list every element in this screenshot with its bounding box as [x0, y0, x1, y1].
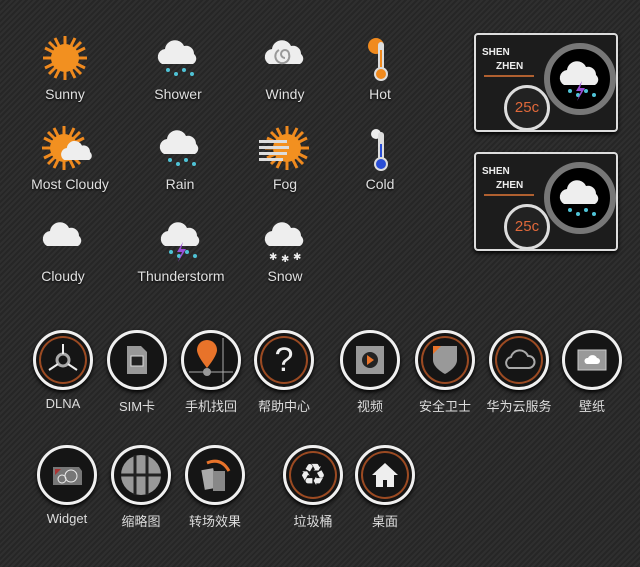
app-wallpaper[interactable]: 壁纸: [547, 330, 637, 415]
weather-label: Cloudy: [41, 268, 85, 284]
svg-text:✱: ✱: [269, 252, 277, 263]
app-label: 壁纸: [578, 399, 605, 414]
city-name-line1: SHEN: [482, 166, 510, 177]
weather-rain: Rain: [125, 124, 235, 192]
weather-label: Fog: [272, 176, 298, 192]
weather-label: Thunderstorm: [137, 268, 225, 284]
temperature: 25c: [504, 85, 550, 131]
locate-phone-icon: [189, 338, 233, 382]
fog-icon: [259, 124, 311, 172]
wallpaper-icon: [577, 349, 607, 371]
weather-fog: Fog: [230, 124, 340, 192]
weather-shower: Shower: [123, 34, 233, 102]
thunderstorm-icon: [160, 222, 200, 262]
weather-widget[interactable]: SHEN ZHEN 25c: [474, 152, 618, 251]
svg-text:✱: ✱: [293, 252, 301, 263]
app-transition[interactable]: 转场效果: [170, 445, 260, 530]
weather-label: Sunny: [45, 86, 85, 102]
temperature: 25c: [504, 204, 550, 250]
city-name-line2: ZHEN: [496, 180, 524, 191]
sim-card-icon: [127, 346, 147, 374]
weather-widget[interactable]: SHEN ZHEN 25c: [474, 33, 618, 132]
app-desktop[interactable]: 桌面: [340, 445, 430, 530]
city-name-line1: SHEN: [482, 47, 510, 58]
weather-windy: Windy: [230, 34, 340, 102]
weather-label: Cold: [365, 176, 395, 192]
weather-most-cloudy: Most Cloudy: [15, 124, 125, 192]
recycle-icon: ♻: [299, 458, 327, 492]
app-label: 转场效果: [188, 514, 241, 529]
cloud-icon: [42, 222, 82, 246]
cloud-service-icon: [505, 349, 536, 369]
weather-cold: Cold: [325, 124, 435, 192]
weather-sunny: Sunny: [10, 34, 120, 102]
weather-cloudy: Cloudy: [8, 216, 118, 284]
weather-label: Most Cloudy: [31, 176, 109, 192]
weather-snow: ✱ ✱ ✱ Snow: [230, 216, 340, 284]
weather-thunderstorm: Thunderstorm: [126, 216, 236, 284]
thermometer-cold-icon: [371, 129, 388, 171]
weather-label: Windy: [265, 86, 305, 102]
snow-icon: ✱ ✱ ✱: [264, 222, 304, 264]
sun-icon: [41, 34, 89, 82]
weather-hot: Hot: [325, 34, 435, 102]
dlna-icon: [48, 344, 78, 371]
video-icon: [356, 346, 384, 374]
home-icon: [372, 463, 398, 487]
thermometer-hot-icon: [368, 38, 388, 81]
app-label: 帮助中心: [257, 399, 310, 414]
thumbnail-grid-icon: [121, 455, 161, 495]
app-help[interactable]: ? 帮助中心: [239, 330, 329, 415]
weather-label: Shower: [154, 86, 202, 102]
city-name-line2: ZHEN: [496, 61, 524, 72]
widget-icon: [53, 467, 82, 485]
weather-label: Snow: [267, 268, 303, 284]
shower-icon: [157, 40, 197, 76]
weather-display: [544, 43, 616, 115]
transition-icon: [201, 459, 231, 491]
thunderstorm-icon: [559, 61, 599, 101]
help-icon: ?: [274, 340, 294, 379]
weather-label: Rain: [165, 176, 195, 192]
app-label: 桌面: [371, 514, 398, 529]
weather-display: [544, 162, 616, 234]
mostly-cloudy-icon: [40, 124, 92, 172]
weather-label: Hot: [369, 86, 391, 102]
windy-icon: [264, 40, 304, 65]
rain-icon: [559, 180, 599, 216]
shield-icon: [433, 346, 457, 374]
rain-icon: [159, 130, 199, 166]
svg-text:✱: ✱: [281, 254, 289, 264]
